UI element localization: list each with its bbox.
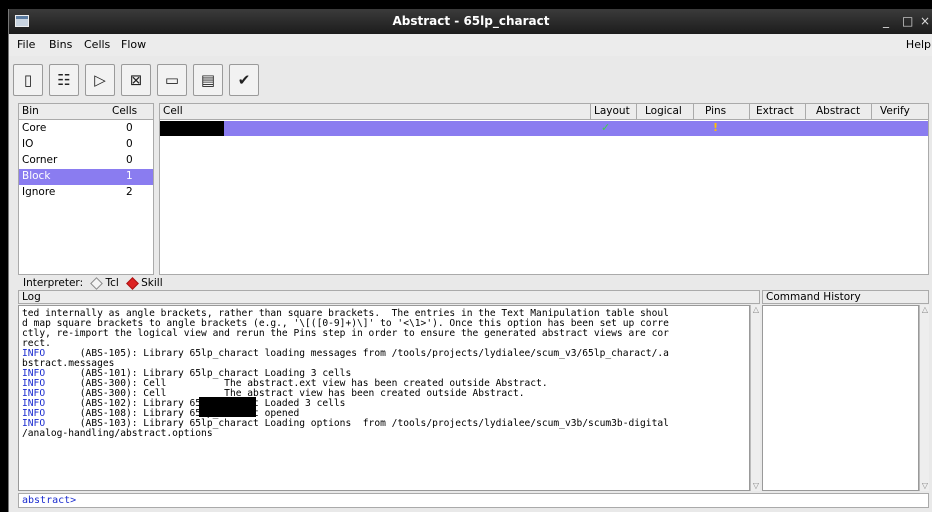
column-divider <box>805 104 806 120</box>
bin-name: IO <box>22 138 34 150</box>
column-divider <box>749 104 750 120</box>
close-button[interactable]: × <box>920 14 930 28</box>
menu-bins[interactable]: Bins <box>49 38 72 51</box>
bin-row-corner[interactable]: Corner 0 <box>19 153 153 169</box>
command-input[interactable]: abstract> <box>18 493 929 508</box>
verify-check-icon: ✔ <box>237 71 251 89</box>
bin-row-io[interactable]: IO 0 <box>19 137 153 153</box>
skill-radio-label[interactable]: Skill <box>141 277 163 289</box>
maximize-button[interactable]: □ <box>902 14 913 28</box>
bin-name: Corner <box>22 154 58 166</box>
log-line: ctly, re-import the logical view and rer… <box>22 329 669 339</box>
pins-column-header[interactable]: Pins <box>705 105 726 117</box>
boxed-x-icon: ⊠ <box>129 71 143 89</box>
bin-name: Ignore <box>22 186 56 198</box>
bin-list-header: Bin Cells <box>19 104 153 120</box>
log-message: ctly, re-import the logical view and rer… <box>22 328 669 339</box>
command-history-pane[interactable] <box>762 305 919 491</box>
command-prompt: abstract> <box>22 495 77 506</box>
menu-file[interactable]: File <box>17 38 35 51</box>
layers-icon: ▤ <box>200 71 216 89</box>
layout-status-check-icon: ✓ <box>601 121 611 134</box>
column-divider <box>871 104 872 120</box>
redacted-cell-name <box>199 397 256 407</box>
buffer-gate-button[interactable]: ▷ <box>85 64 115 96</box>
log-line: INFO (ABS-105): Library 65lp_charact loa… <box>22 349 669 359</box>
bin-count: 2 <box>126 186 133 198</box>
bin-row-block[interactable]: Block 1 <box>19 169 153 185</box>
bin-name: Core <box>22 122 47 134</box>
interpreter-selector: Interpreter: Tcl Skill <box>23 276 163 290</box>
log-pane[interactable]: ted internally as angle brackets, rather… <box>18 305 750 491</box>
cells-count-column-header[interactable]: Cells <box>112 105 137 117</box>
window-title: Abstract - 65lp_charact <box>392 14 550 28</box>
command-history-header: Command History <box>762 290 929 304</box>
scroll-down-icon[interactable]: ▽ <box>751 481 761 491</box>
cell-column-header[interactable]: Cell <box>163 105 183 117</box>
bin-row-ignore[interactable]: Ignore 2 <box>19 185 153 201</box>
scroll-up-icon[interactable]: △ <box>751 305 761 315</box>
title-bar[interactable]: Abstract - 65lp_charact _ □ × <box>9 9 932 34</box>
bin-list: Bin Cells Core 0 IO 0 Corner 0 Block 1 I… <box>18 103 154 275</box>
redacted-cell-name <box>199 407 256 417</box>
log-message: (ABS-105): Library 65lp_charact loading … <box>45 348 669 359</box>
open-library-icon: ▯ <box>23 71 33 89</box>
column-divider <box>636 104 637 120</box>
history-scrollbar[interactable]: △ ▽ <box>919 305 929 491</box>
toolbar: ▯ ☷ ▷ ⊠ ▭ ▤ ✔ <box>9 59 932 103</box>
layout-column-header[interactable]: Layout <box>594 105 630 117</box>
menu-cells[interactable]: Cells <box>84 38 110 51</box>
column-divider <box>693 104 694 120</box>
buffer-gate-icon: ▷ <box>94 71 106 89</box>
pins-status-warning-icon: ! <box>713 121 719 134</box>
bin-count: 1 <box>126 170 133 182</box>
bin-count: 0 <box>126 138 133 150</box>
bin-name: Block <box>22 170 51 182</box>
log-header: Log <box>18 290 760 304</box>
bin-count: 0 <box>126 122 133 134</box>
menu-help[interactable]: Help <box>906 38 931 51</box>
tcl-radio-label[interactable]: Tcl <box>105 277 118 289</box>
bins-button[interactable]: ☷ <box>49 64 79 96</box>
skill-radio-icon[interactable] <box>126 276 139 290</box>
minimize-button[interactable]: _ <box>883 14 889 28</box>
cell-table-row[interactable]: ✓ ! <box>160 121 928 136</box>
log-message: /analog-handling/abstract.options <box>22 428 213 439</box>
bin-count: 0 <box>126 154 133 166</box>
log-scrollbar[interactable]: △ ▽ <box>750 305 760 491</box>
tcl-radio-icon[interactable] <box>90 276 104 290</box>
scroll-up-icon[interactable]: △ <box>920 305 930 315</box>
cell-table-header: Cell Layout Logical Pins Extract Abstrac… <box>160 104 928 120</box>
menu-bar: File Bins Cells Flow Help <box>9 34 932 56</box>
abstract-column-header[interactable]: Abstract <box>816 105 860 117</box>
abstract-window: Abstract - 65lp_charact _ □ × File Bins … <box>8 9 932 512</box>
verify-button[interactable]: ✔ <box>229 64 259 96</box>
cell-table: Cell Layout Logical Pins Extract Abstrac… <box>159 103 929 275</box>
scroll-down-icon[interactable]: ▽ <box>920 481 930 491</box>
verify-column-header[interactable]: Verify <box>880 105 910 117</box>
open-library-button[interactable]: ▯ <box>13 64 43 96</box>
extract-column-header[interactable]: Extract <box>756 105 794 117</box>
log-line: /analog-handling/abstract.options <box>22 429 213 439</box>
pins-button[interactable]: ▭ <box>157 64 187 96</box>
layers-button[interactable]: ▤ <box>193 64 223 96</box>
bin-column-header[interactable]: Bin <box>22 105 39 117</box>
pins-icon: ▭ <box>164 71 180 89</box>
bin-row-core[interactable]: Core 0 <box>19 121 153 137</box>
bins-icon: ☷ <box>57 71 71 89</box>
logical-column-header[interactable]: Logical <box>645 105 682 117</box>
column-divider <box>590 104 591 120</box>
menu-flow[interactable]: Flow <box>121 38 146 51</box>
boxed-x-button[interactable]: ⊠ <box>121 64 151 96</box>
redacted-cell-name <box>160 121 224 136</box>
interpreter-label: Interpreter: <box>23 277 84 289</box>
